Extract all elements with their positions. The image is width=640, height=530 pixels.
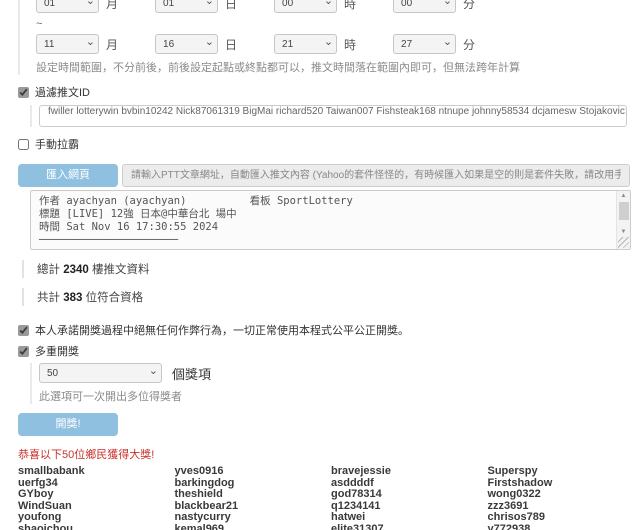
month-label: 月: [106, 36, 118, 53]
manual-slot-row: 手動拉霸: [18, 136, 640, 152]
datetime-range-group: 01 ⌄ 月 01 ⌄ 日 00 ⌄ 時 00 ⌄ 分 ~ 11: [18, 0, 640, 75]
start-month-select-wrap: 01 ⌄: [36, 0, 99, 13]
winner-name: yves0916: [175, 466, 318, 478]
total-comments-stat: 總計 2340 樓推文資料: [22, 260, 640, 278]
hour-label: 時: [344, 0, 356, 12]
winner-name: elite31307: [331, 524, 474, 530]
winner-name: Superspy: [488, 466, 631, 478]
multi-draw-label: 多重開獎: [35, 343, 79, 359]
import-page-button[interactable]: 匯入網頁: [18, 164, 118, 187]
pledge-label: 本人承諾開獎過程中絕無任何作弊行為，一切正常使用本程式公平公正開獎。: [35, 322, 409, 338]
winner-name: kemal969: [175, 524, 318, 530]
end-day-select[interactable]: 16: [155, 34, 218, 54]
start-hour-select-wrap: 00 ⌄: [274, 0, 337, 13]
day-label: 日: [225, 36, 237, 53]
id-filter-label: 過濾推文ID: [35, 84, 90, 100]
start-day-select-wrap: 01 ⌄: [155, 0, 218, 13]
end-hour-select[interactable]: 21: [274, 34, 337, 54]
start-minute-select-wrap: 00 ⌄: [393, 0, 456, 13]
winner-list: smallbabankuerfg34GYboyWindSuanyoufongsh…: [18, 466, 630, 530]
start-hour-select[interactable]: 00: [274, 0, 337, 13]
scroll-down-icon[interactable]: ▼: [621, 227, 627, 237]
congrats-message: 恭喜以下50位鄉民獲得大獎!: [18, 446, 640, 462]
scroll-up-icon[interactable]: ▲: [621, 191, 627, 201]
winner-name: bravejessie: [331, 466, 474, 478]
scrollbar-thumb[interactable]: [619, 202, 629, 220]
resize-grip-icon[interactable]: [618, 237, 629, 248]
multi-draw-options-group: 50 ⌄ 個獎項 此選項可一次開出多位得獎者: [30, 363, 640, 404]
lottery-tool-page: 01 ⌄ 月 01 ⌄ 日 00 ⌄ 時 00 ⌄ 分 ~ 11: [0, 0, 640, 530]
start-datetime-row: 01 ⌄ 月 01 ⌄ 日 00 ⌄ 時 00 ⌄ 分: [36, 0, 640, 13]
minute-label: 分: [463, 0, 475, 12]
multi-draw-row: 多重開獎: [18, 343, 640, 359]
prize-unit-label: 個獎項: [172, 364, 211, 383]
winner-name: smallbabank: [18, 466, 161, 478]
range-separator: ~: [36, 18, 640, 30]
multi-draw-hint: 此選項可一次開出多位得獎者: [39, 388, 640, 404]
qualified-users-stat: 共計 383 位符合資格: [22, 288, 640, 306]
manual-slot-checkbox[interactable]: [18, 139, 29, 150]
import-row: 匯入網頁: [18, 164, 640, 187]
multi-draw-checkbox[interactable]: [18, 346, 29, 357]
month-label: 月: [106, 0, 118, 12]
article-content: 作者 ayachyan (ayachyan) 看板 SportLottery 標…: [31, 191, 630, 250]
minute-label: 分: [463, 36, 475, 53]
draw-button[interactable]: 開獎!: [18, 413, 118, 436]
end-minute-select-wrap: 27 ⌄: [393, 34, 456, 54]
hour-label: 時: [344, 36, 356, 53]
id-filter-input[interactable]: fwiller lotterywin bvbin10242 Nick870613…: [39, 105, 627, 127]
start-minute-select[interactable]: 00: [393, 0, 456, 13]
article-textarea[interactable]: 作者 ayachyan (ayachyan) 看板 SportLottery 標…: [30, 190, 631, 250]
qualified-users-count: 383: [63, 292, 82, 304]
time-range-hint: 設定時間範圍，不分前後，前後設定起點或終點都可以，推文時間落在範圍內即可，但無法…: [36, 59, 640, 75]
end-day-select-wrap: 16 ⌄: [155, 34, 218, 54]
end-minute-select[interactable]: 27: [393, 34, 456, 54]
winner-name: shaoichou: [18, 524, 161, 530]
pledge-row: 本人承諾開獎過程中絕無任何作弊行為，一切正常使用本程式公平公正開獎。: [18, 322, 640, 338]
start-month-select[interactable]: 01: [36, 0, 99, 13]
pledge-checkbox[interactable]: [18, 325, 29, 336]
prize-count-select-wrap: 50 ⌄: [39, 363, 162, 383]
id-filter-row: 過濾推文ID: [18, 84, 640, 100]
end-hour-select-wrap: 21 ⌄: [274, 34, 337, 54]
total-comments-count: 2340: [63, 264, 89, 276]
manual-slot-label: 手動拉霸: [35, 136, 79, 152]
start-day-select[interactable]: 01: [155, 0, 218, 13]
day-label: 日: [225, 0, 237, 12]
end-month-select[interactable]: 11: [36, 34, 99, 54]
winner-name: y772938: [488, 524, 631, 530]
end-datetime-row: 11 ⌄ 月 16 ⌄ 日 21 ⌄ 時 27 ⌄ 分: [36, 34, 640, 54]
article-url-input[interactable]: [122, 164, 630, 187]
prize-count-select[interactable]: 50: [39, 363, 162, 383]
end-month-select-wrap: 11 ⌄: [36, 34, 99, 54]
id-filter-checkbox[interactable]: [18, 87, 29, 98]
id-filter-input-group: fwiller lotterywin bvbin10242 Nick870613…: [30, 105, 640, 127]
